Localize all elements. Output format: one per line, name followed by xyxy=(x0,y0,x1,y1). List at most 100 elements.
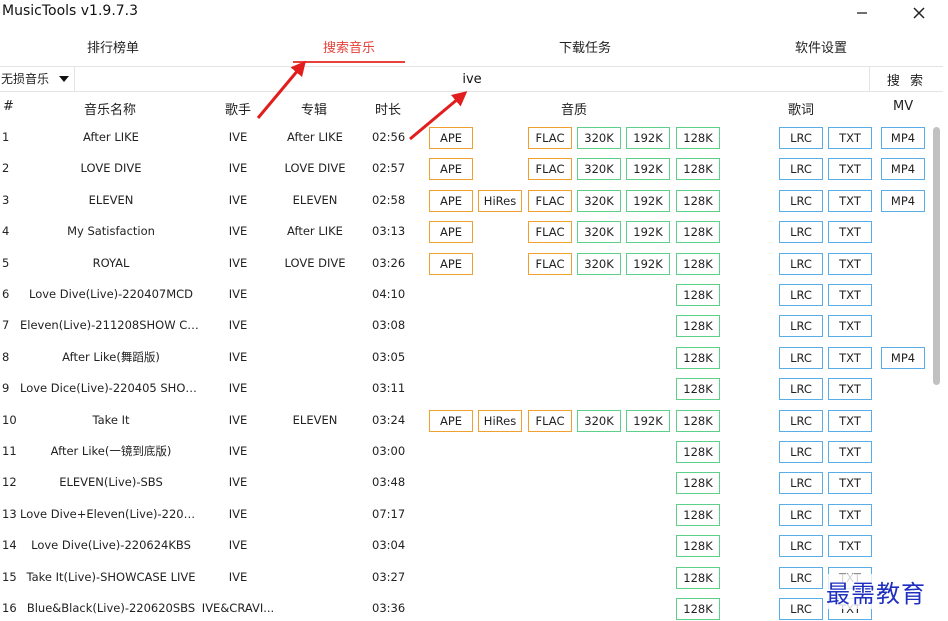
lyrics-lrc-button[interactable]: LRC xyxy=(779,441,823,463)
tag-320k-button[interactable]: 320K xyxy=(577,189,621,212)
lyrics-lrc-button[interactable]: LRC xyxy=(779,127,823,149)
tag-320k-button[interactable]: 320K xyxy=(577,127,621,149)
tag-128k-button[interactable]: 128K xyxy=(676,472,720,495)
tab-downloads[interactable]: 下载任务 xyxy=(505,36,665,64)
tag-320k-button[interactable]: 320K xyxy=(577,252,621,275)
lyrics-lrc-button[interactable]: LRC xyxy=(779,535,823,558)
tag-ape-button[interactable]: APE xyxy=(429,127,473,149)
tag-128k-button[interactable]: 128K xyxy=(676,566,720,589)
tag-128k-button[interactable]: 128K xyxy=(676,535,720,558)
tag-320k-button[interactable]: 320K xyxy=(577,409,621,432)
tag-flac-button[interactable]: FLAC xyxy=(528,158,572,181)
song-album xyxy=(276,373,354,404)
lyrics-txt-button[interactable]: TXT xyxy=(828,315,872,338)
tag-192k-button[interactable]: 192K xyxy=(626,252,670,275)
mv-mp4-button[interactable]: MP4 xyxy=(881,189,925,212)
mv-mp4-button[interactable]: MP4 xyxy=(881,127,925,149)
lyrics-txt-button[interactable]: TXT xyxy=(828,158,872,181)
lyrics-txt-button[interactable]: TXT xyxy=(828,535,872,558)
tag-128k-button[interactable]: 128K xyxy=(676,441,720,463)
tag-192k-button[interactable]: 192K xyxy=(626,189,670,212)
tag-flac-button[interactable]: FLAC xyxy=(528,189,572,212)
lyrics-txt-button[interactable]: TXT xyxy=(828,409,872,432)
lyrics-lrc-button[interactable]: LRC xyxy=(779,189,823,212)
lyrics-txt-button[interactable]: TXT xyxy=(828,346,872,369)
tag-192k-button[interactable]: 192K xyxy=(626,221,670,244)
tag-128k-button[interactable]: 128K xyxy=(676,409,720,432)
tag-128k-button[interactable]: 128K xyxy=(676,252,720,275)
lyrics-txt-button[interactable]: TXT xyxy=(828,252,872,275)
tag-128k-button[interactable]: 128K xyxy=(676,503,720,526)
lyrics-lrc-button[interactable]: LRC xyxy=(779,252,823,275)
mv-mp4-button[interactable]: MP4 xyxy=(881,346,925,369)
tag-flac-button[interactable]: FLAC xyxy=(528,252,572,275)
lyrics-txt-button[interactable]: TXT xyxy=(828,127,872,149)
lyrics-lrc-button[interactable]: LRC xyxy=(779,315,823,338)
lyrics-txt-button[interactable]: TXT xyxy=(828,472,872,495)
col-header-artist: 歌手 xyxy=(225,103,252,118)
song-duration: 03:04 xyxy=(372,538,406,553)
tag-flac-button[interactable]: FLAC xyxy=(528,221,572,244)
song-artist: IVE xyxy=(228,412,248,427)
lyrics-lrc-button[interactable]: LRC xyxy=(779,472,823,495)
tag-128k-button[interactable]: 128K xyxy=(676,598,720,620)
lyrics-txt-button[interactable]: TXT xyxy=(828,378,872,401)
tag-flac-button[interactable]: FLAC xyxy=(528,409,572,432)
tag-128k-button[interactable]: 128K xyxy=(676,221,720,244)
song-album xyxy=(276,562,354,593)
tab-search-music[interactable]: 搜索音乐 xyxy=(269,36,429,64)
tag-128k-button[interactable]: 128K xyxy=(676,346,720,369)
tag-320k-button[interactable]: 320K xyxy=(577,221,621,244)
song-artist: IVE&CRAVI... xyxy=(201,601,275,615)
tag-ape-button[interactable]: APE xyxy=(429,409,473,432)
song-album: LOVE DIVE xyxy=(284,161,346,176)
tag-192k-button[interactable]: 192K xyxy=(626,158,670,181)
song-duration: 03:48 xyxy=(372,475,406,490)
tag-320k-button[interactable]: 320K xyxy=(577,158,621,181)
search-input[interactable] xyxy=(74,67,870,91)
lyrics-txt-button[interactable]: TXT xyxy=(828,189,872,212)
mv-mp4-button[interactable]: MP4 xyxy=(881,158,925,181)
lyrics-txt-button[interactable]: TXT xyxy=(828,503,872,526)
lyrics-txt-button[interactable]: TXT xyxy=(828,221,872,244)
lyrics-lrc-button[interactable]: LRC xyxy=(779,284,823,306)
tag-ape-button[interactable]: APE xyxy=(429,252,473,275)
tag-ape-button[interactable]: APE xyxy=(429,158,473,181)
lyrics-lrc-button[interactable]: LRC xyxy=(779,346,823,369)
tag-192k-button[interactable]: 192K xyxy=(626,127,670,149)
tab-charts[interactable]: 排行榜单 xyxy=(33,36,193,64)
lyrics-lrc-button[interactable]: LRC xyxy=(779,503,823,526)
row-num: 4 xyxy=(2,224,10,239)
tag-flac-button[interactable]: FLAC xyxy=(528,127,572,149)
lyrics-lrc-button[interactable]: LRC xyxy=(779,221,823,244)
tag-128k-button[interactable]: 128K xyxy=(676,189,720,212)
col-header-title: 音乐名称 xyxy=(84,103,137,118)
lyrics-lrc-button[interactable]: LRC xyxy=(779,378,823,401)
tag-ape-button[interactable]: APE xyxy=(429,221,473,244)
lyrics-lrc-button[interactable]: LRC xyxy=(779,598,823,620)
lyrics-txt-button[interactable]: TXT xyxy=(828,284,872,306)
song-duration: 03:27 xyxy=(372,569,406,584)
tag-hires-button[interactable]: HiRes xyxy=(478,189,522,212)
lyrics-txt-button[interactable]: TXT xyxy=(828,441,872,463)
scrollbar-thumb[interactable] xyxy=(933,127,940,385)
table-row: 1 After LIKE IVE After LIKE 02:56 APE FLAC 320K… xyxy=(0,122,932,153)
tag-128k-button[interactable]: 128K xyxy=(676,127,720,149)
search-button[interactable]: 搜 索 xyxy=(870,67,943,91)
tag-128k-button[interactable]: 128K xyxy=(676,158,720,181)
tag-128k-button[interactable]: 128K xyxy=(676,315,720,338)
tag-128k-button[interactable]: 128K xyxy=(676,378,720,401)
tag-hires-button[interactable]: HiRes xyxy=(478,409,522,432)
song-artist: IVE xyxy=(228,569,248,584)
tag-ape-button[interactable]: APE xyxy=(429,189,473,212)
table-row: 7 Eleven(Live)-211208SHOW CHA... IVE 03:08 1… xyxy=(0,310,932,341)
tag-192k-button[interactable]: 192K xyxy=(626,409,670,432)
minimize-button[interactable] xyxy=(850,2,874,24)
quality-dropdown[interactable]: 无损音乐 xyxy=(0,67,74,91)
lyrics-lrc-button[interactable]: LRC xyxy=(779,409,823,432)
lyrics-lrc-button[interactable]: LRC xyxy=(779,158,823,181)
lyrics-lrc-button[interactable]: LRC xyxy=(779,566,823,589)
tab-settings[interactable]: 软件设置 xyxy=(741,36,901,64)
tag-128k-button[interactable]: 128K xyxy=(676,284,720,306)
close-button[interactable] xyxy=(907,2,931,24)
